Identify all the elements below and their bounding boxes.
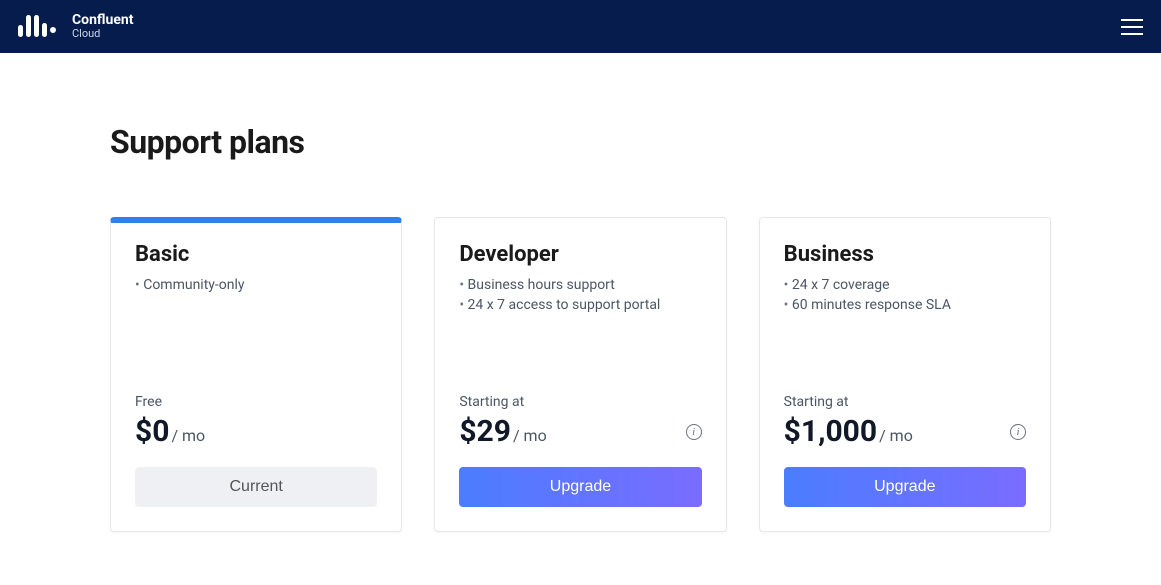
plan-card-business: Business 24 x 7 coverage 60 minutes resp… (759, 217, 1051, 532)
plan-card-basic: Basic Community-only Free $0 / mo Curren… (110, 217, 402, 532)
plan-features: Community-only (135, 277, 377, 297)
plan-cards-row: Basic Community-only Free $0 / mo Curren… (110, 217, 1051, 532)
confluent-logo-icon (18, 15, 56, 37)
info-icon[interactable] (686, 424, 702, 440)
price-label: Starting at (459, 394, 701, 410)
price-label: Free (135, 394, 377, 410)
plan-feature: 24 x 7 coverage (784, 277, 1026, 293)
plan-features: Business hours support 24 x 7 access to … (459, 277, 701, 317)
page-title: Support plans (110, 123, 1051, 161)
plan-features: 24 x 7 coverage 60 minutes response SLA (784, 277, 1026, 317)
plan-feature: Community-only (135, 277, 377, 293)
plan-card-developer: Developer Business hours support 24 x 7 … (434, 217, 726, 532)
brand-name: Confluent (72, 13, 133, 28)
price-label: Starting at (784, 394, 1026, 410)
price-value: $29 (459, 414, 511, 449)
info-icon[interactable] (1010, 424, 1026, 440)
price-value: $0 (135, 414, 169, 449)
brand[interactable]: Confluent Cloud (18, 13, 133, 40)
current-plan-button: Current (135, 467, 377, 507)
plan-feature: 60 minutes response SLA (784, 297, 1026, 313)
upgrade-button[interactable]: Upgrade (784, 467, 1026, 507)
upgrade-button[interactable]: Upgrade (459, 467, 701, 507)
plan-feature: 24 x 7 access to support portal (459, 297, 701, 313)
price-value: $1,000 (784, 414, 877, 449)
price-period: / mo (171, 426, 205, 445)
plan-feature: Business hours support (459, 277, 701, 293)
menu-icon[interactable] (1121, 19, 1143, 35)
top-navbar: Confluent Cloud (0, 0, 1161, 53)
plan-title: Basic (135, 242, 377, 267)
price-period: / mo (879, 426, 913, 445)
plan-title: Business (784, 242, 1026, 267)
price-period: / mo (513, 426, 547, 445)
plan-title: Developer (459, 242, 701, 267)
brand-subtitle: Cloud (72, 28, 133, 40)
